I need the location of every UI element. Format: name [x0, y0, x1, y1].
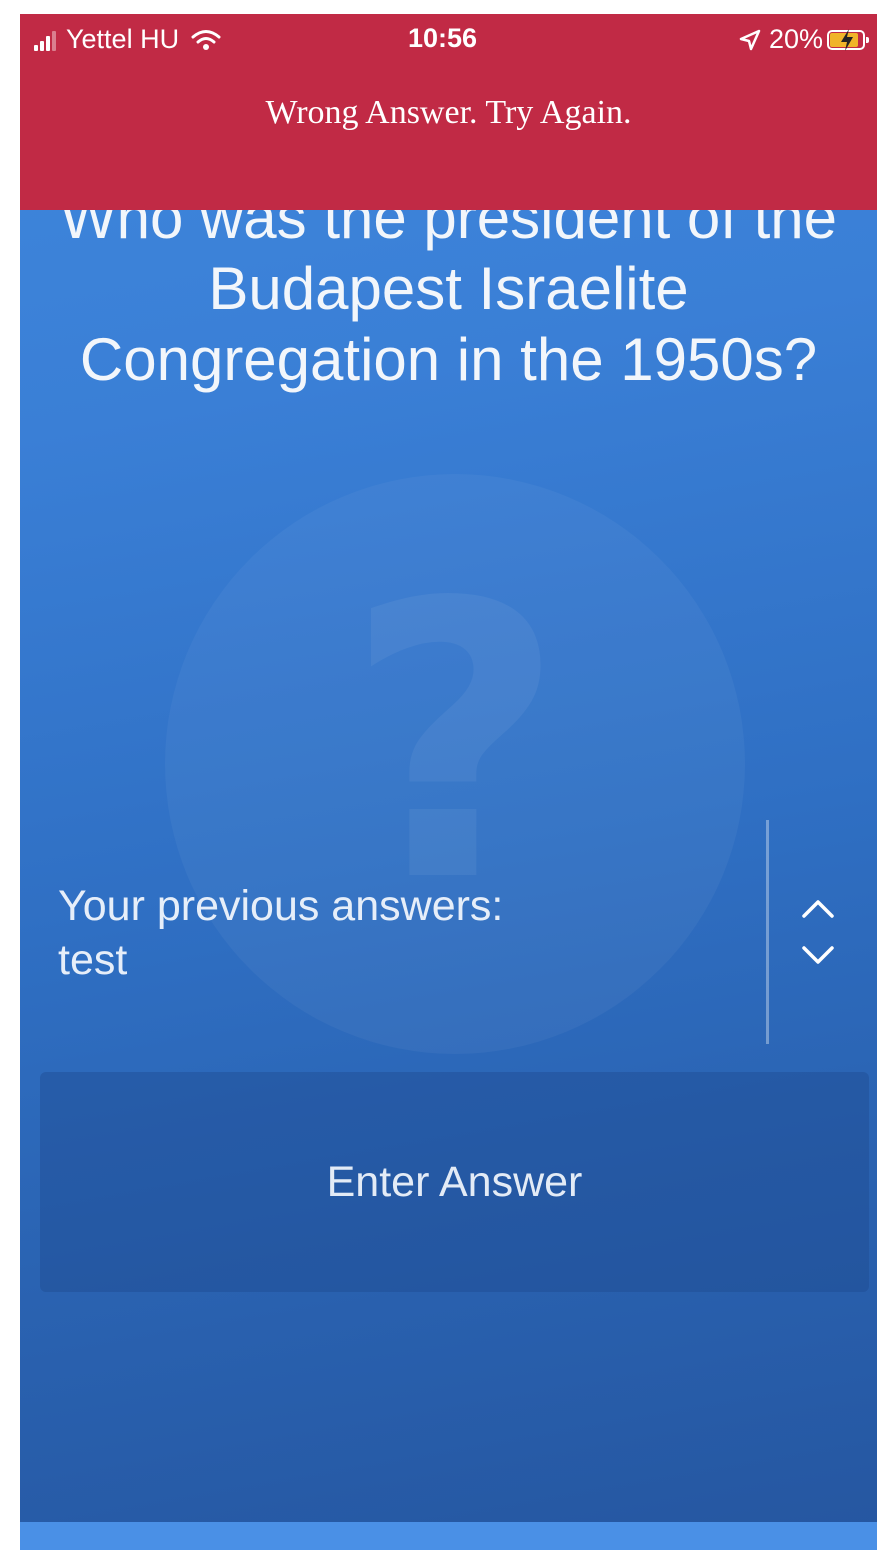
- question-text: Who was the president of the Budapest Is…: [59, 184, 838, 393]
- previous-answers: Your previous answers: test: [58, 879, 748, 987]
- chevron-up-icon[interactable]: [800, 896, 836, 920]
- status-right: 20%: [739, 24, 869, 55]
- previous-answers-divider: [766, 820, 769, 1044]
- wrong-answer-message: Wrong Answer. Try Again.: [265, 94, 632, 131]
- previous-answers-label: Your previous answers:: [58, 882, 504, 930]
- enter-answer-button[interactable]: Enter Answer: [40, 1072, 869, 1292]
- battery-icon: [827, 28, 869, 51]
- previous-answer-item: test: [58, 936, 128, 984]
- bottom-bar: [20, 1522, 877, 1550]
- status-bar: Yettel HU 10:56 20%: [20, 14, 877, 64]
- chevron-down-icon[interactable]: [800, 944, 836, 968]
- battery-percentage: 20%: [768, 24, 823, 54]
- error-banner: Yettel HU 10:56 20% Wrong Answer. Try Ag…: [20, 14, 877, 210]
- location-icon: [739, 29, 761, 50]
- quiz-screen: ? Who was the president of the Budapest …: [20, 14, 877, 1550]
